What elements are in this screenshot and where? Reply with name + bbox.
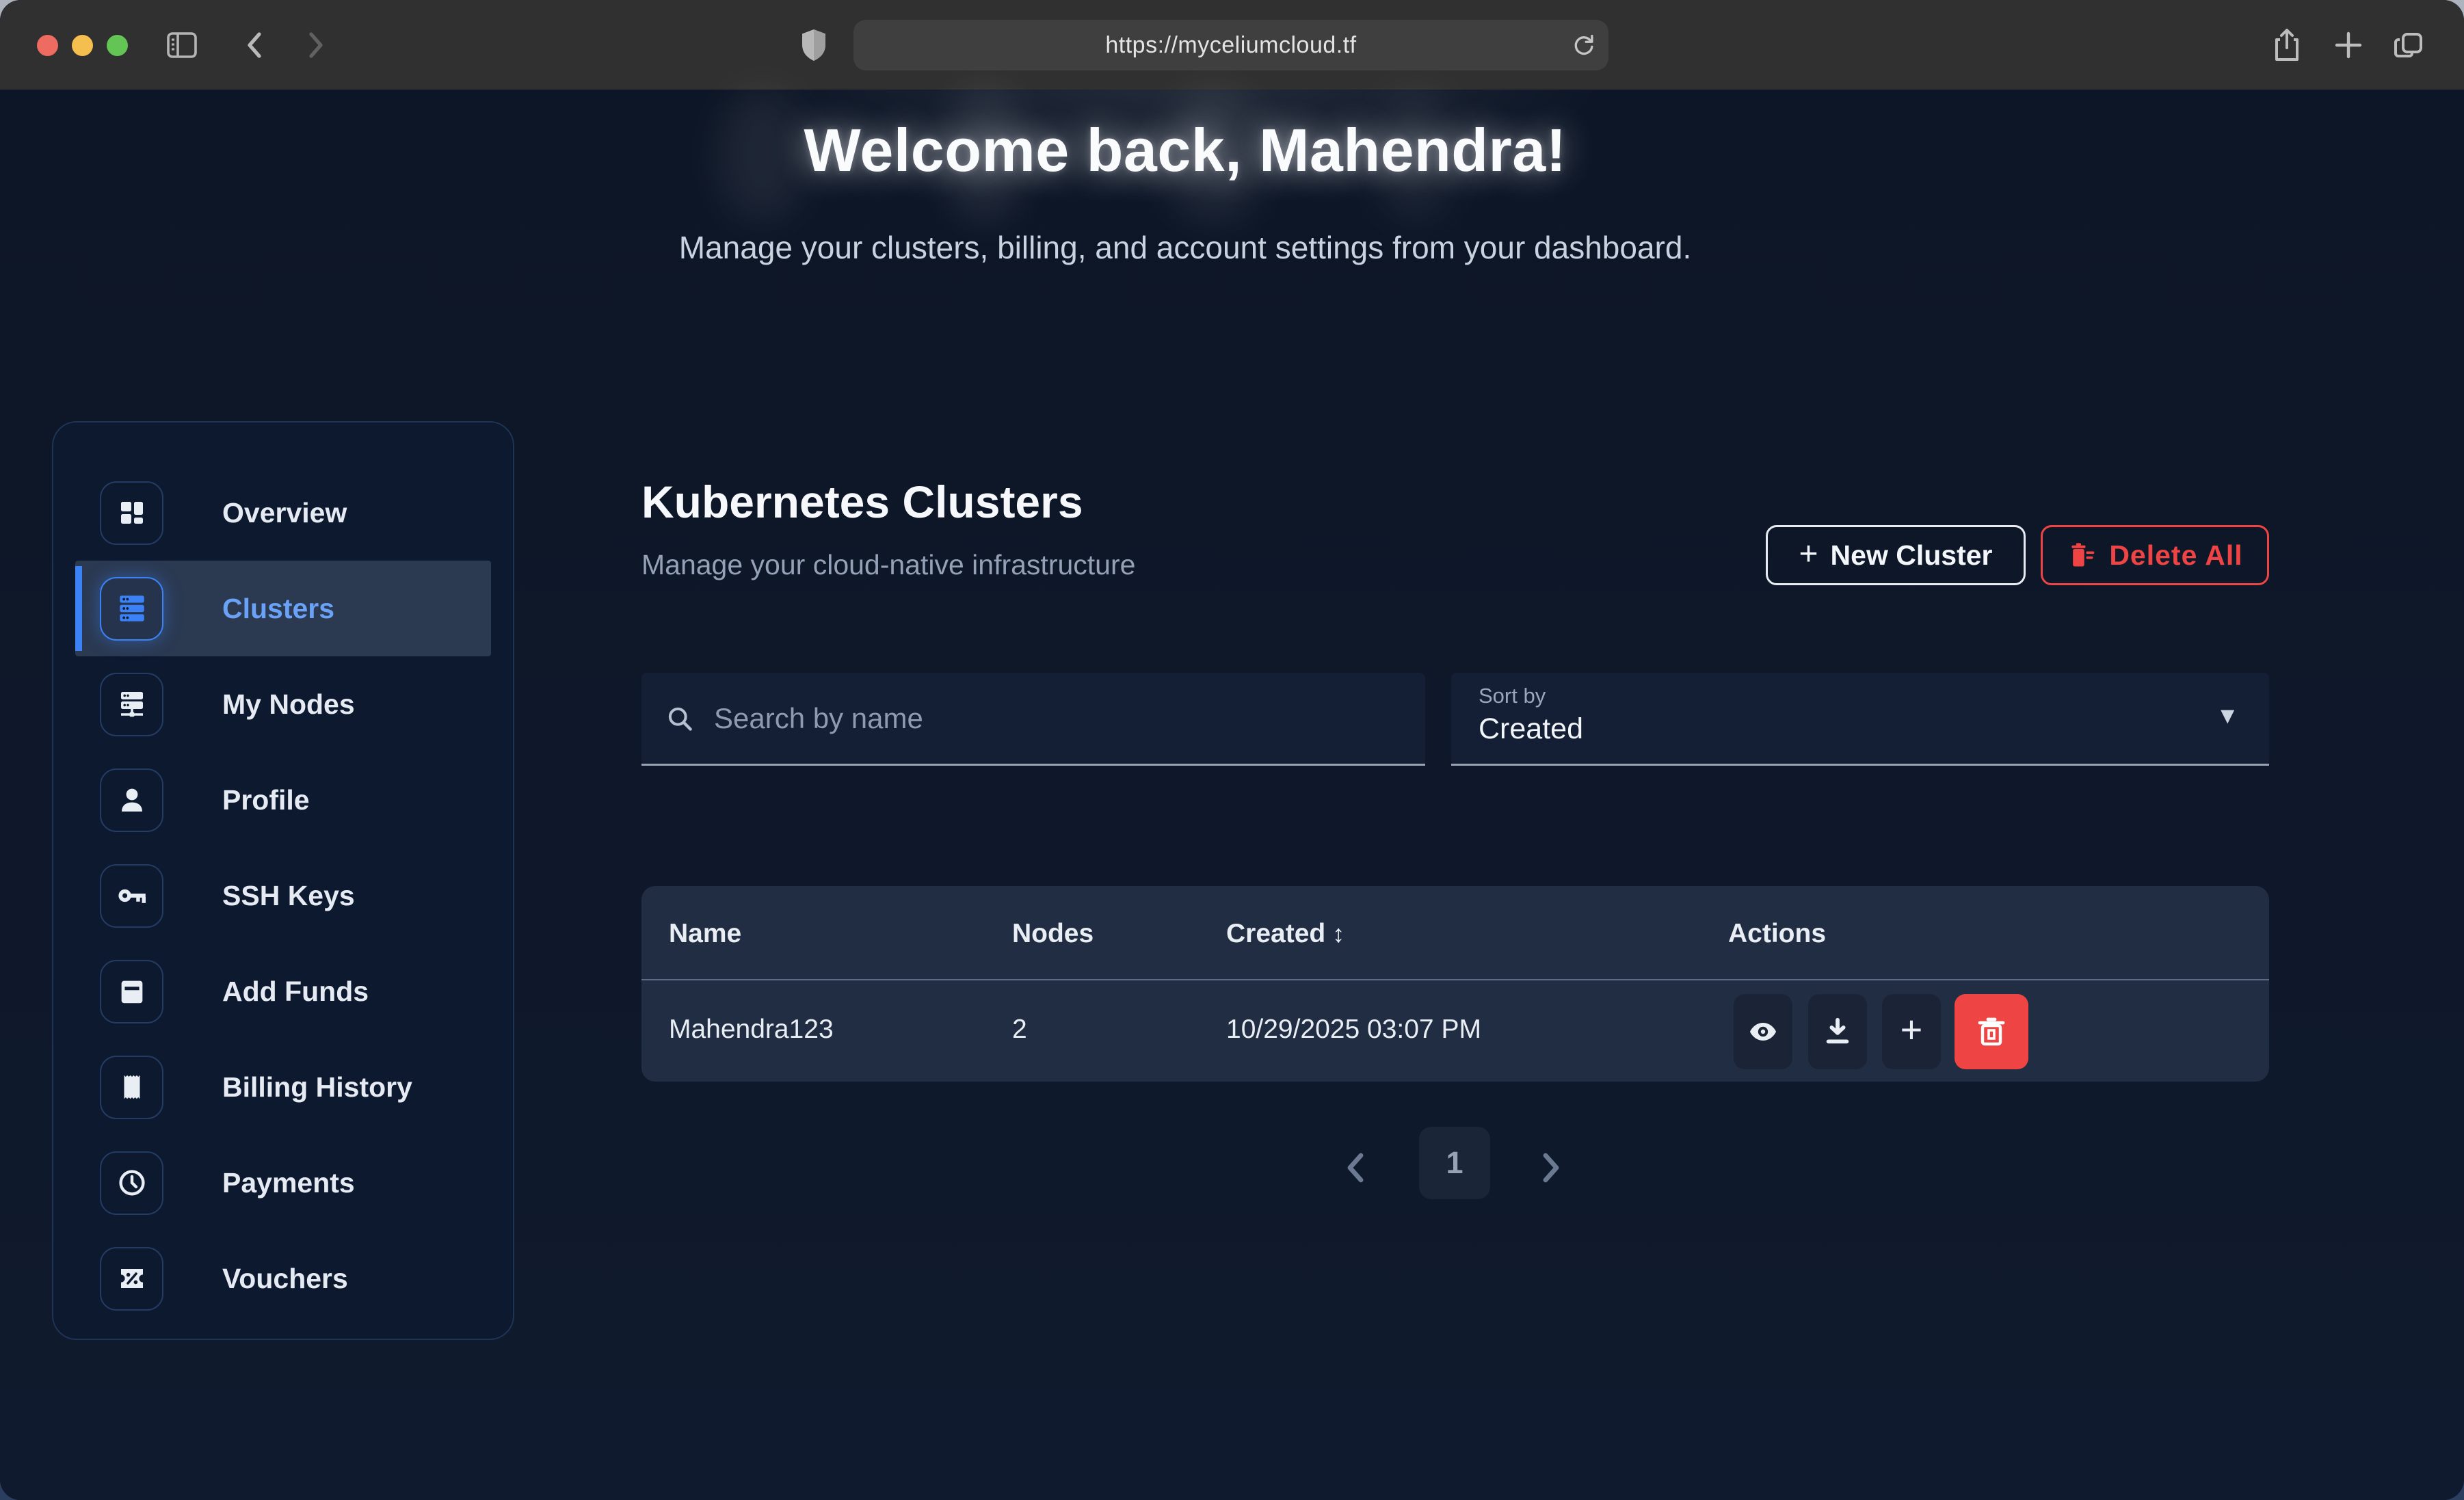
sort-by-label: Sort by (1479, 684, 1546, 708)
plus-icon: + (1900, 1010, 1923, 1049)
column-header-nodes: Nodes (1012, 919, 1094, 949)
add-node-button[interactable]: + (1882, 994, 1941, 1069)
page-subtitle: Manage your cloud-native infrastructure (641, 549, 1135, 581)
sidebar-item-label: Billing History (222, 1071, 412, 1103)
search-field[interactable] (641, 673, 1425, 766)
reload-icon[interactable] (1569, 30, 1599, 60)
minimize-window-button[interactable] (72, 35, 93, 56)
zoom-window-button[interactable] (107, 35, 128, 56)
receipt-icon (100, 1056, 163, 1119)
sidebar-item-label: Vouchers (222, 1263, 348, 1295)
column-header-actions: Actions (1728, 919, 1826, 949)
sidebar-item-label: Profile (222, 784, 310, 816)
hero-section: Welcome back, Mahendra! Manage your clus… (0, 90, 2370, 266)
download-icon (1822, 1016, 1853, 1047)
node-network-icon (100, 673, 163, 736)
new-tab-icon[interactable] (2331, 27, 2366, 63)
privacy-shield-icon[interactable] (796, 27, 832, 63)
sidebar-item-billing-history[interactable]: Billing History (75, 1039, 491, 1135)
created-header-label: Created (1226, 919, 1325, 948)
eye-icon (1747, 1015, 1779, 1048)
search-input[interactable] (714, 702, 1402, 735)
dashboard-icon (100, 481, 163, 545)
sidebar-item-payments[interactable]: Payments (75, 1135, 491, 1231)
sidebar-item-my-nodes[interactable]: My Nodes (75, 656, 491, 752)
wallet-icon (100, 960, 163, 1023)
chevron-right-icon (1537, 1150, 1565, 1186)
new-cluster-label: New Cluster (1831, 539, 1993, 572)
cell-created-date: 10/29/2025 03:07 PM (1226, 1015, 1481, 1045)
column-header-created[interactable]: Created↕ (1226, 919, 1344, 949)
next-page-button[interactable] (1531, 1144, 1572, 1192)
page-number-button[interactable]: 1 (1419, 1127, 1490, 1199)
sidebar-item-label: SSH Keys (222, 880, 355, 912)
sidebar-nav: Overview Clusters (52, 421, 514, 1340)
welcome-title: Welcome back, Mahendra! (0, 116, 2370, 185)
sidebar-item-ssh-keys[interactable]: SSH Keys (75, 848, 491, 943)
download-kubeconfig-button[interactable] (1808, 994, 1867, 1069)
sidebar-item-add-funds[interactable]: Add Funds (75, 943, 491, 1039)
close-window-button[interactable] (37, 35, 58, 56)
column-header-name: Name (669, 919, 741, 949)
sidebar-item-label: Payments (222, 1167, 355, 1199)
page-title: Kubernetes Clusters (641, 476, 1083, 528)
search-icon (665, 704, 695, 734)
plus-icon: + (1799, 535, 1818, 573)
cell-node-count: 2 (1012, 1015, 1027, 1045)
address-bar[interactable]: https://myceliumcloud.tf (853, 20, 1608, 70)
chevron-left-icon (1342, 1150, 1369, 1186)
sidebar-item-clusters[interactable]: Clusters (75, 561, 491, 656)
delete-all-label: Delete All (2109, 539, 2242, 572)
sort-dropdown[interactable]: Sort by Created ▼ (1451, 673, 2269, 766)
new-cluster-button[interactable]: + New Cluster (1766, 525, 2026, 585)
sidebar-toggle-icon[interactable] (164, 27, 200, 63)
delete-cluster-button[interactable] (1955, 994, 2028, 1069)
forward-button[interactable] (298, 27, 334, 63)
view-cluster-button[interactable] (1734, 994, 1792, 1069)
clusters-table: Name Nodes Created↕ Actions Mahendra123 … (641, 886, 2269, 1082)
table-row: Mahendra123 2 10/29/2025 03:07 PM (641, 982, 2269, 1082)
url-text: https://myceliumcloud.tf (1105, 32, 1356, 59)
sidebar-item-profile[interactable]: Profile (75, 752, 491, 848)
chevron-down-icon: ▼ (2216, 703, 2239, 729)
share-icon[interactable] (2269, 27, 2305, 63)
server-stack-icon (100, 577, 163, 641)
user-icon (100, 768, 163, 832)
sidebar-item-label: Add Funds (222, 976, 369, 1008)
sidebar-item-label: Overview (222, 497, 347, 529)
tab-overview-icon[interactable] (2391, 27, 2426, 63)
ticket-percent-icon (100, 1247, 163, 1311)
key-icon (100, 864, 163, 928)
browser-window: https://myceliumcloud.tf (0, 0, 2464, 1500)
welcome-subtitle: Manage your clusters, billing, and accou… (0, 229, 2370, 266)
table-header: Name Nodes Created↕ Actions (641, 886, 2269, 980)
clock-icon (100, 1151, 163, 1215)
cell-cluster-name: Mahendra123 (669, 1015, 834, 1045)
trash-icon (1975, 1015, 2008, 1048)
delete-all-button[interactable]: Delete All (2041, 525, 2269, 585)
sort-updown-icon: ↕ (1332, 920, 1344, 948)
sidebar-item-label: Clusters (222, 593, 334, 625)
sidebar-item-vouchers[interactable]: Vouchers (75, 1231, 491, 1326)
sidebar-item-label: My Nodes (222, 688, 355, 721)
back-button[interactable] (237, 27, 272, 63)
dashboard-page: Welcome back, Mahendra! Manage your clus… (0, 90, 2464, 1500)
trash-sweep-icon (2067, 540, 2097, 570)
sort-selected-value: Created (1479, 712, 1583, 746)
sidebar-item-overview[interactable]: Overview (75, 465, 491, 561)
previous-page-button[interactable] (1335, 1144, 1376, 1192)
browser-toolbar: https://myceliumcloud.tf (0, 0, 2464, 90)
